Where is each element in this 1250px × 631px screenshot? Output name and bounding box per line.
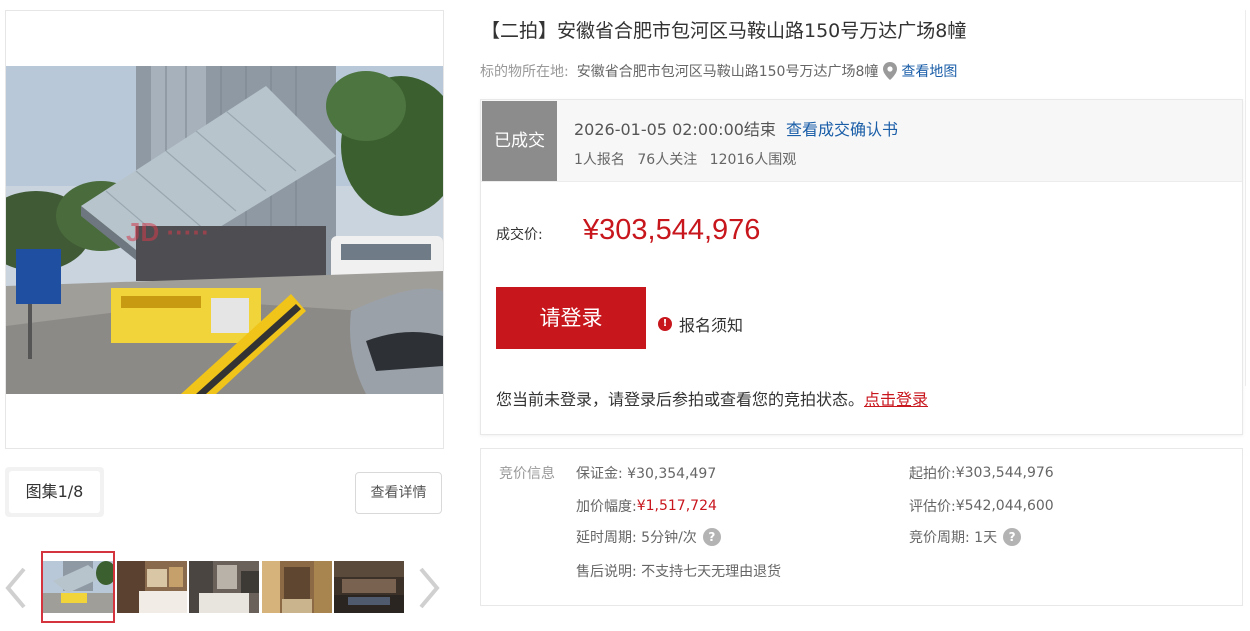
bid-period: 竞价周期: 1天 — [909, 530, 998, 546]
login-tip: 您当前未登录，请登录后参拍或查看您的竞拍状态。点击登录 — [496, 386, 928, 410]
thumbnail-5[interactable] — [334, 561, 404, 613]
start-price-value: ¥303,544,976 — [955, 465, 1054, 481]
delay-period: 延时周期: 5分钟/次 — [576, 530, 697, 546]
thumbnail-4[interactable] — [262, 561, 332, 613]
thumbnail-1[interactable] — [41, 551, 115, 623]
view-map-link[interactable]: 查看地图 — [901, 61, 957, 81]
deposit-row: 保证金: ¥30,354,497 — [576, 463, 716, 483]
main-photo-frame[interactable]: JD ····· — [5, 10, 444, 449]
start-price-label: 起拍价: — [909, 466, 956, 482]
gallery-tab-label: 图集1/8 — [9, 471, 100, 513]
login-button[interactable]: 请登录 — [496, 287, 646, 349]
after-sale-row: 售后说明: 不支持七天无理由退货 — [576, 561, 781, 581]
increment-value: ¥1,517,724 — [636, 498, 717, 514]
signup-notice-link[interactable]: ! 报名须知 — [658, 312, 743, 336]
gallery-tab[interactable]: 图集1/8 — [5, 467, 104, 517]
appraisal-label: 评估价: — [909, 499, 956, 515]
alert-icon: ! — [658, 317, 672, 331]
question-icon[interactable]: ? — [702, 528, 721, 546]
bid-info-panel: 竞价信息 保证金: ¥30,354,497 起拍价: ¥303,544,976 … — [480, 448, 1243, 606]
appraisal-value: ¥542,044,600 — [955, 498, 1054, 514]
location-label: 标的物所在地: — [480, 64, 569, 80]
stats-row: 1人报名 76人关注 12016人围观 — [574, 149, 804, 169]
end-time: 2026-01-05 02:00:00结束 — [574, 120, 776, 139]
signup-count: 1人报名 — [574, 152, 625, 168]
chevron-left-icon[interactable] — [4, 565, 30, 611]
appraisal-row: 评估价: ¥542,044,600 — [909, 496, 1054, 516]
location-pin-icon — [883, 62, 898, 80]
deal-price: ¥303,544,976 — [583, 214, 761, 246]
deposit: 保证金: ¥30,354,497 — [576, 466, 717, 482]
auction-status-panel: 已成交 2026-01-05 02:00:00结束 查看成交确认书 1人报名 76… — [480, 99, 1243, 435]
view-confirmation-link[interactable]: 查看成交确认书 — [786, 120, 898, 139]
status-band: 已成交 2026-01-05 02:00:00结束 查看成交确认书 1人报名 76… — [481, 100, 1242, 182]
click-login-link[interactable]: 点击登录 — [864, 390, 928, 409]
svg-text:JD ·····: JD ····· — [126, 217, 210, 247]
bid-info-title: 竞价信息 — [499, 466, 555, 482]
thumbnail-image — [262, 561, 332, 613]
start-price-row: 起拍价: ¥303,544,976 — [909, 463, 1054, 483]
question-icon[interactable]: ? — [1003, 528, 1022, 546]
increment-label: 加价幅度: — [576, 499, 637, 515]
after-sale-note: 售后说明: 不支持七天无理由退货 — [576, 564, 782, 580]
thumbnail-image — [43, 553, 113, 621]
thumbnail-image — [117, 561, 187, 613]
signup-notice-label: 报名须知 — [679, 316, 744, 335]
status-badge: 已成交 — [482, 101, 557, 181]
deal-price-label: 成交价: — [496, 227, 543, 243]
view-details-button[interactable]: 查看详情 — [355, 472, 442, 514]
thumbnail-3[interactable] — [189, 561, 259, 613]
bid-period-row: 竞价周期: 1天 ? — [909, 527, 1022, 547]
thumbnail-2[interactable] — [117, 561, 187, 613]
location-row: 标的物所在地: 安徽省合肥市包河区马鞍山路150号万达广场8幢 查看地图 — [480, 61, 957, 81]
end-time-row: 2026-01-05 02:00:00结束 查看成交确认书 — [574, 116, 898, 140]
follower-count: 76人关注 — [637, 152, 698, 168]
increment-row: 加价幅度: ¥1,517,724 — [576, 496, 717, 516]
login-tip-text: 您当前未登录，请登录后参拍或查看您的竞拍状态。 — [496, 390, 865, 409]
thumbnail-image — [189, 561, 259, 613]
viewer-count: 12016人围观 — [709, 152, 797, 168]
page-title: 【二拍】安徽省合肥市包河区马鞍山路150号万达广场8幢 — [481, 20, 967, 42]
delay-row: 延时周期: 5分钟/次 ? — [576, 527, 721, 547]
chevron-right-icon[interactable] — [415, 565, 441, 611]
main-photo: JD ····· — [6, 66, 443, 394]
thumbnail-image — [334, 561, 404, 613]
location-value: 安徽省合肥市包河区马鞍山路150号万达广场8幢 — [576, 64, 879, 80]
divider — [1245, 10, 1246, 386]
